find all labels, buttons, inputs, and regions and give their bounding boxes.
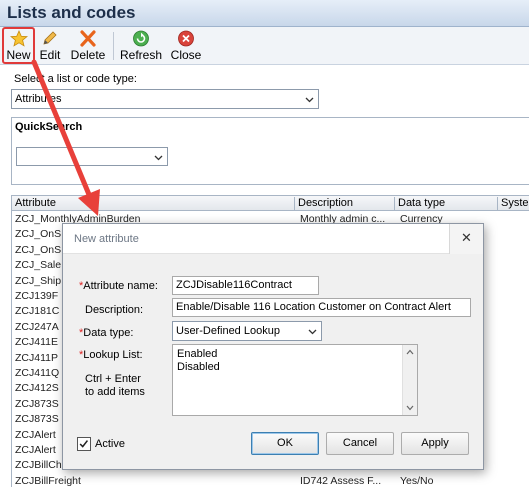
quick-search-label: QuickSearch (15, 121, 83, 133)
delete-button[interactable]: Delete (69, 29, 107, 63)
active-checkbox[interactable] (77, 437, 91, 451)
quick-search-select[interactable] (16, 147, 168, 166)
attribute-cell: ZCJ139F (15, 290, 59, 302)
data-type-select[interactable]: User-Defined Lookup (172, 321, 322, 341)
delete-x-icon (80, 30, 96, 47)
attribute-cell: ZCJAlert (15, 428, 56, 441)
lookup-scrollbar[interactable] (402, 345, 417, 415)
data-type-cell: Yes/No (400, 474, 434, 487)
grid-header: Attribute Description Data type System (12, 196, 529, 211)
close-button[interactable]: Close (169, 29, 203, 63)
description-cell: ID742 Assess F... (300, 474, 382, 487)
attribute-name-label: *Attribute name: (79, 280, 158, 292)
close-label: Close (170, 48, 202, 62)
window-title-bar: Lists and codes (0, 0, 529, 27)
apply-button[interactable]: Apply (401, 432, 469, 455)
attribute-cell: ZCJ_OnS (15, 228, 62, 241)
attribute-cell: ZCJ_Ship (15, 274, 62, 287)
quick-search-panel: QuickSearch (11, 117, 529, 185)
table-row[interactable]: ZCJBillFreight ID742 Assess F... Yes/No (12, 474, 529, 487)
lookup-hint: Ctrl + Enter to add items (85, 373, 145, 398)
new-label: New (6, 48, 31, 62)
column-header-attribute[interactable]: Attribute (12, 197, 295, 210)
column-header-data-type[interactable]: Data type (395, 197, 498, 210)
chevron-down-icon (305, 97, 314, 103)
window-title: Lists and codes (7, 3, 136, 22)
toolbar-separator (113, 32, 114, 60)
chevron-down-icon (154, 155, 163, 161)
attribute-cell: ZCJ247A (15, 320, 59, 333)
chevron-down-icon (308, 329, 317, 335)
star-icon (9, 30, 28, 47)
new-button[interactable]: New (2, 27, 35, 64)
scroll-up-icon[interactable] (406, 349, 414, 355)
attribute-name-input[interactable]: ZCJDisable116Contract (172, 276, 319, 295)
cancel-button[interactable]: Cancel (326, 432, 394, 455)
attribute-cell: ZCJ_Sale (15, 259, 62, 272)
scroll-down-icon[interactable] (406, 405, 414, 411)
attribute-cell: ZCJ412S (15, 382, 59, 395)
lookup-list-textarea[interactable]: Enabled Disabled (172, 344, 418, 416)
toolbar: New Edit Delete Refresh Close (0, 27, 529, 65)
description-label: Description: (85, 304, 144, 316)
lookup-item: Disabled (177, 361, 220, 373)
attribute-cell: ZCJ873S (15, 397, 59, 410)
list-type-select[interactable]: Attributes (11, 89, 319, 109)
lookup-list-label: *Lookup List: (79, 349, 143, 361)
dialog-close-icon[interactable]: ✕ (449, 224, 483, 254)
attribute-cell: ZCJ411Q (15, 367, 60, 379)
new-attribute-dialog: New attribute ✕ *Attribute name: ZCJDisa… (62, 223, 484, 470)
data-type-label: *Data type: (79, 327, 134, 339)
edit-label: Edit (39, 48, 61, 62)
dialog-title-bar: New attribute ✕ (63, 224, 483, 254)
delete-label: Delete (70, 48, 106, 62)
close-circle-icon (178, 30, 194, 47)
refresh-button[interactable]: Refresh (120, 29, 162, 63)
attribute-cell: ZCJ411P (15, 351, 58, 364)
column-header-description[interactable]: Description (295, 197, 395, 210)
ok-button[interactable]: OK (251, 432, 319, 455)
list-type-label: Select a list or code type: (14, 73, 137, 85)
attribute-cell: ZCJ_OnS (15, 243, 62, 256)
data-type-value: User-Defined Lookup (176, 325, 280, 337)
lookup-item: Enabled (177, 348, 218, 360)
attribute-cell: ZCJ873S (15, 413, 59, 426)
attribute-cell: ZCJBillCh (15, 459, 62, 472)
description-input[interactable]: Enable/Disable 116 Location Customer on … (172, 298, 471, 317)
column-header-system[interactable]: System (498, 197, 529, 210)
edit-button[interactable]: Edit (39, 29, 61, 63)
checkmark-icon (79, 440, 89, 448)
refresh-label: Refresh (120, 48, 163, 62)
list-type-value: Attributes (15, 93, 62, 105)
attribute-cell: ZCJ181C (15, 305, 60, 318)
refresh-icon (133, 30, 149, 47)
dialog-title: New attribute (74, 233, 139, 245)
active-label: Active (95, 438, 125, 450)
pencil-icon (43, 31, 57, 45)
attribute-cell: ZCJ411E (15, 336, 58, 349)
attribute-cell: ZCJAlert (15, 444, 56, 456)
attribute-cell: ZCJBillFreight (15, 474, 81, 487)
